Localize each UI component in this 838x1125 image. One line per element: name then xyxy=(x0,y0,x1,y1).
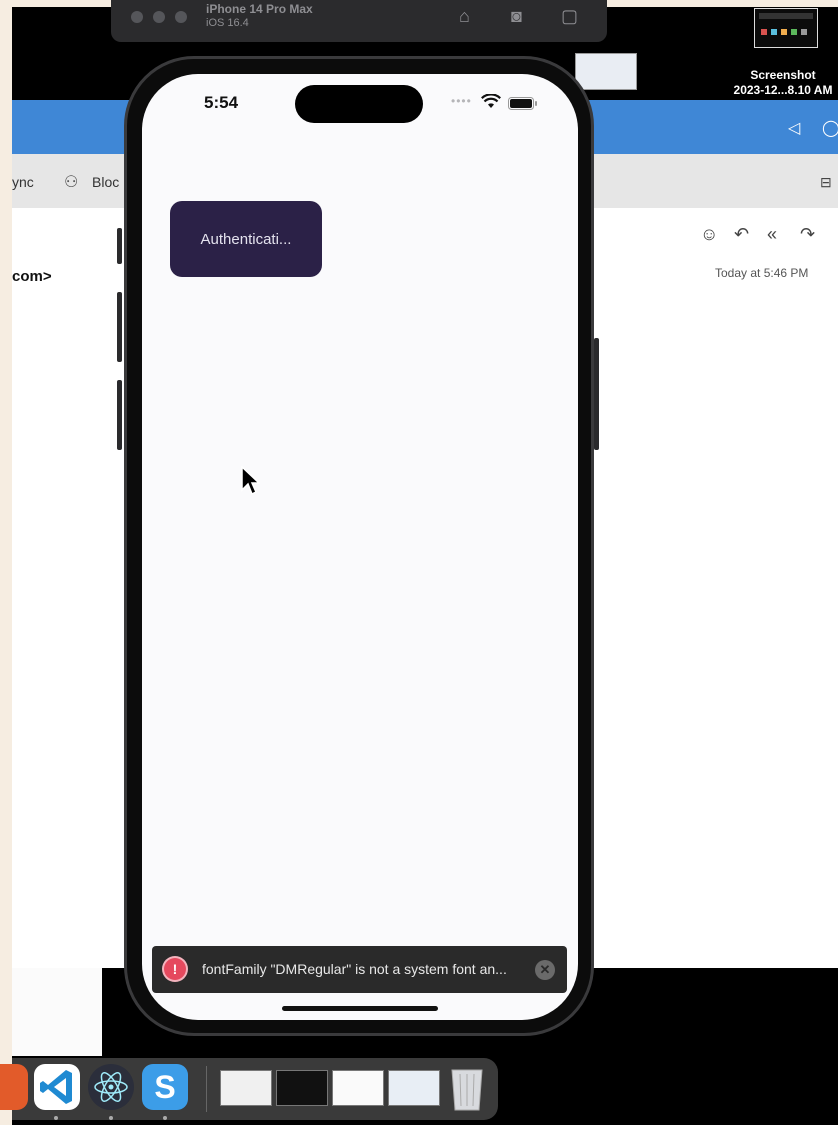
cellular-signal-icon: •••• xyxy=(451,94,472,108)
dock-app-partial[interactable] xyxy=(0,1064,28,1110)
dock: S xyxy=(0,1058,498,1120)
action-button xyxy=(117,228,122,264)
running-indicator xyxy=(163,1116,167,1120)
battery-icon xyxy=(508,97,537,110)
close-window-button[interactable] xyxy=(131,11,143,23)
dock-minimized-window-teams[interactable] xyxy=(276,1070,328,1106)
dock-minimized-window-chrome[interactable] xyxy=(220,1070,272,1106)
electron-icon[interactable] xyxy=(88,1064,134,1110)
desktop-background-left xyxy=(0,0,12,1125)
error-icon: ! xyxy=(164,958,186,980)
desktop-screenshot-label[interactable]: Screenshot 2023-12...8.10 AM xyxy=(728,68,838,98)
bell-icon[interactable]: ◯ xyxy=(822,118,838,138)
reply-all-icon[interactable]: « xyxy=(767,224,777,245)
simulator-titlebar[interactable]: ⌂ ◙ ▢ xyxy=(111,0,607,42)
error-message: fontFamily "DMRegular" is not a system f… xyxy=(202,961,507,977)
rotate-icon[interactable]: ▢ xyxy=(561,6,578,27)
vscode-icon[interactable] xyxy=(34,1064,80,1110)
camera-icon[interactable]: ◙ xyxy=(511,6,522,27)
emoji-icon[interactable]: ☺ xyxy=(700,224,718,245)
wifi-icon xyxy=(481,94,501,108)
dock-minimized-window-doc[interactable] xyxy=(332,1070,384,1106)
phone-screen[interactable]: 5:54 •••• Authenticati... ! fontFamily "… xyxy=(142,74,578,1020)
simulator-os-version: iOS 16.4 xyxy=(206,17,249,29)
close-icon[interactable]: ✕ xyxy=(535,960,555,980)
volume-up-button xyxy=(117,292,122,362)
sublime-icon[interactable]: S xyxy=(142,1064,188,1110)
volume-down-button xyxy=(117,380,122,450)
screenshot-preview-icon xyxy=(759,13,813,35)
power-button xyxy=(594,338,599,450)
home-icon[interactable]: ⌂ xyxy=(459,6,470,27)
simulator-device-name: iPhone 14 Pro Max xyxy=(206,2,313,16)
forward-icon[interactable]: ↷ xyxy=(800,224,815,245)
reply-icon[interactable]: ↶ xyxy=(734,224,749,245)
desktop-file-thumbnail[interactable] xyxy=(575,53,637,90)
megaphone-icon[interactable]: ◁ xyxy=(788,118,800,138)
toolbar-block-button[interactable]: Bloc xyxy=(92,174,119,190)
block-icon: ⚇ xyxy=(64,174,79,191)
mouse-cursor-icon xyxy=(241,466,260,496)
minimize-window-button[interactable] xyxy=(153,11,165,23)
desktop-screenshot-thumbnail[interactable] xyxy=(754,8,818,48)
mail-date: Today at 5:46 PM xyxy=(715,266,809,280)
running-indicator xyxy=(109,1116,113,1120)
trash-icon[interactable] xyxy=(446,1062,488,1112)
dock-minimized-window-finder[interactable] xyxy=(388,1070,440,1106)
dock-divider xyxy=(206,1066,207,1112)
toolbar-sync-button[interactable]: ync xyxy=(12,174,34,190)
home-indicator[interactable] xyxy=(282,1006,438,1011)
status-time: 5:54 xyxy=(204,93,239,112)
zoom-window-button[interactable] xyxy=(175,11,187,23)
dynamic-island xyxy=(295,85,423,123)
error-toast[interactable]: ! fontFamily "DMRegular" is not a system… xyxy=(152,946,567,993)
authentication-button[interactable]: Authenticati... xyxy=(170,201,322,277)
running-indicator xyxy=(54,1116,58,1120)
mail-sender-address: com> xyxy=(12,268,52,285)
window-fragment xyxy=(12,968,102,1056)
expand-icon[interactable]: ⊟ xyxy=(820,174,832,191)
